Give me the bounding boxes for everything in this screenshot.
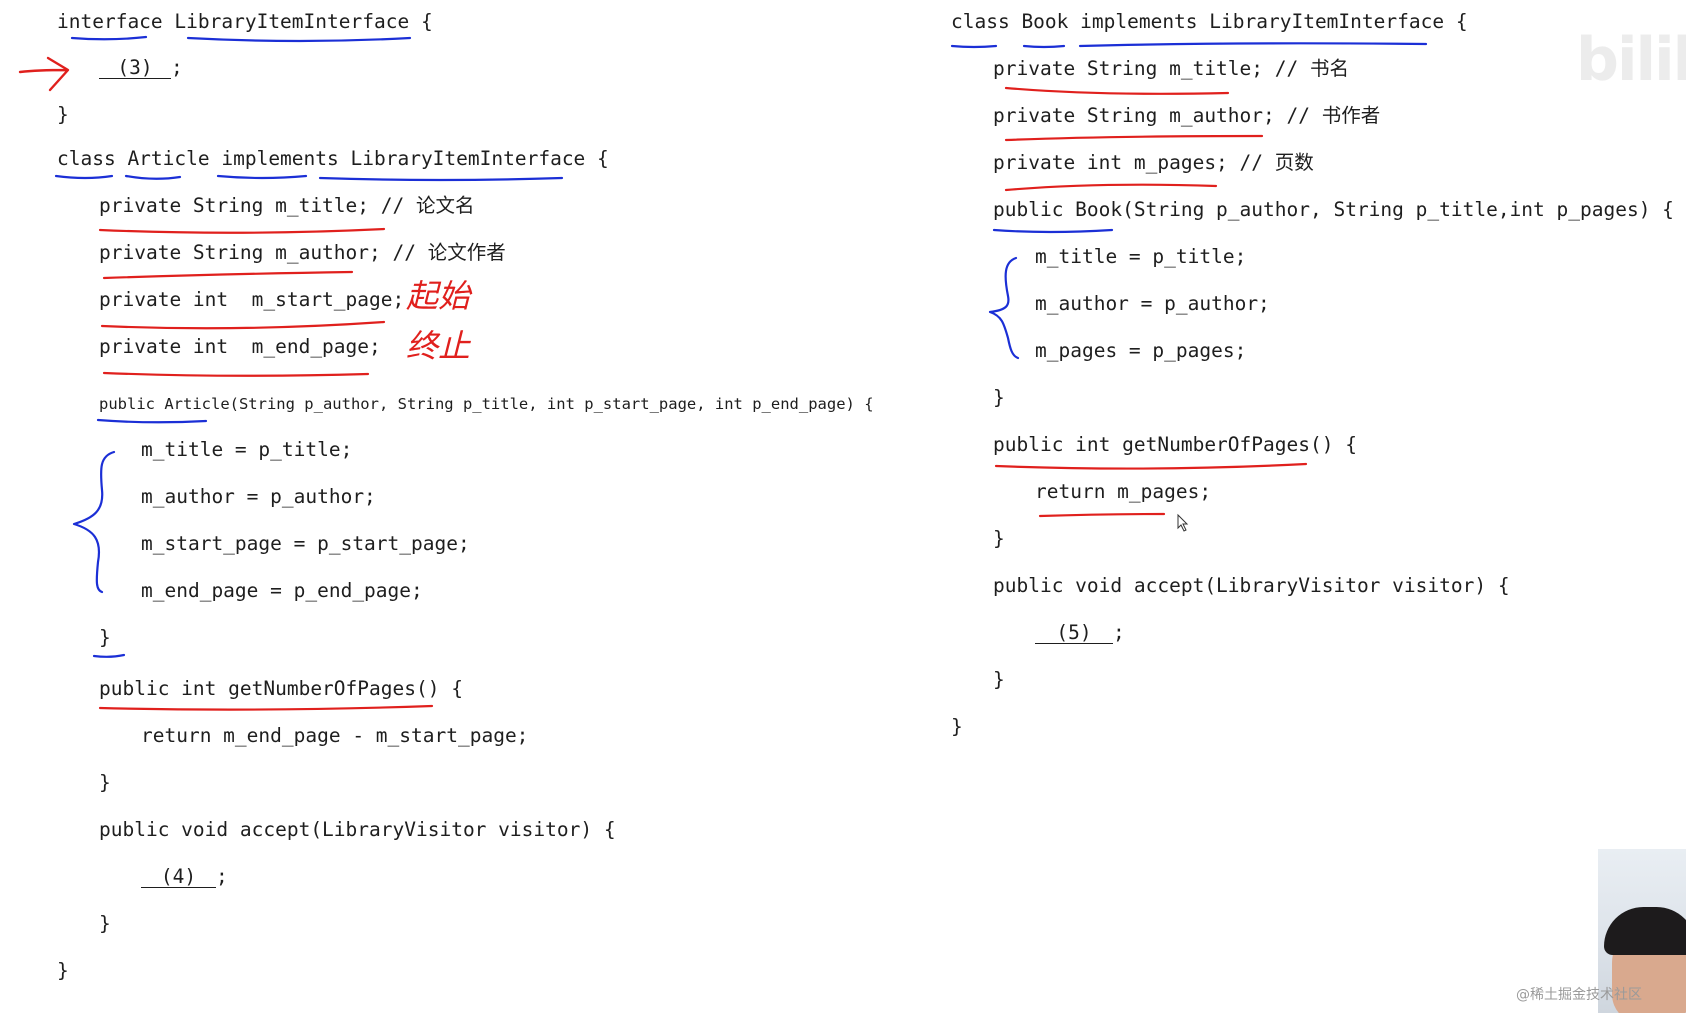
red-arrow-icon: [18, 56, 70, 92]
article-field-start-page: private int m_start_page;: [99, 288, 405, 311]
handwritten-end-note: 终止: [406, 327, 471, 365]
presenter-hair: [1604, 907, 1686, 955]
book-field-pages: private int m_pages; // 页数: [993, 151, 1314, 174]
handwritten-start-note: 起始: [406, 277, 471, 315]
underline-book-class: [950, 44, 998, 49]
article-constructor-close: }: [99, 626, 111, 649]
book-assign-author: m_author = p_author;: [1035, 292, 1270, 315]
interface-declaration: interface LibraryItemInterface {: [57, 10, 433, 33]
book-body-brace: [988, 256, 1020, 360]
underline-article-field-author: [102, 270, 354, 280]
article-return-statement: return m_end_page - m_start_page;: [141, 724, 529, 747]
article-assign-author: m_author = p_author;: [141, 485, 376, 508]
underline-interface-name: [186, 36, 412, 43]
mouse-cursor-icon: [1177, 513, 1189, 532]
underline-book-field-title: [1004, 86, 1230, 95]
book-return-statement: return m_pages;: [1035, 480, 1212, 503]
book-class-close: }: [951, 715, 963, 738]
underline-book-return: [1038, 512, 1166, 518]
article-class-declaration: class Article implements LibraryItemInte…: [57, 147, 609, 170]
book-accept-signature: public void accept(LibraryVisitor visito…: [993, 574, 1510, 597]
bilibili-logo: bilibili: [1576, 25, 1686, 95]
blank-3-line: (3);: [99, 56, 183, 80]
article-constructor-signature: public Article(String p_author, String p…: [99, 395, 874, 413]
underline-article-get-pages: [98, 704, 434, 711]
underline-article-class: [54, 174, 114, 180]
article-class-close: }: [57, 959, 69, 982]
article-field-author: private String m_author; // 论文作者: [99, 241, 506, 264]
book-constructor-signature: public Book(String p_author, String p_ti…: [993, 198, 1674, 221]
underline-interface-keyword: [70, 35, 148, 41]
underline-article-implements: [216, 174, 308, 180]
book-accept-close: }: [993, 668, 1005, 691]
underline-article-constructor-close: [92, 653, 126, 658]
answer-blank-5: (5): [1035, 623, 1113, 644]
book-constructor-close: }: [993, 386, 1005, 409]
article-get-pages-close: }: [99, 771, 111, 794]
article-field-title: private String m_title; // 论文名: [99, 194, 475, 217]
underline-article-field-end: [102, 371, 370, 377]
underline-book-name: [1022, 44, 1066, 49]
article-assign-end-page: m_end_page = p_end_page;: [141, 579, 423, 602]
book-get-pages-close: }: [993, 527, 1005, 550]
underline-book-field-pages: [1004, 183, 1218, 192]
interface-close-brace: }: [57, 103, 69, 126]
underline-book-implements: [1078, 42, 1428, 48]
underline-article-field-start: [100, 320, 386, 330]
article-get-pages-signature: public int getNumberOfPages() {: [99, 677, 463, 700]
answer-blank-3: (3): [99, 58, 171, 79]
watermark-text: @稀土掘金技术社区: [1516, 987, 1642, 1003]
book-class-declaration: class Book implements LibraryItemInterfa…: [951, 10, 1468, 33]
book-get-pages-signature: public int getNumberOfPages() {: [993, 433, 1357, 456]
article-body-brace: [72, 450, 116, 594]
blank-4-line: (4);: [141, 865, 228, 889]
article-assign-title: m_title = p_title;: [141, 438, 353, 461]
article-field-end-page: private int m_end_page;: [99, 335, 381, 358]
underline-article-interface: [318, 176, 564, 182]
article-accept-close: }: [99, 912, 111, 935]
underline-book-get-pages: [994, 462, 1308, 470]
article-accept-signature: public void accept(LibraryVisitor visito…: [99, 818, 616, 841]
underline-article-constructor-public: [96, 418, 208, 424]
book-assign-pages: m_pages = p_pages;: [1035, 339, 1247, 362]
article-assign-start-page: m_start_page = p_start_page;: [141, 532, 470, 555]
book-assign-title: m_title = p_title;: [1035, 245, 1247, 268]
book-field-author: private String m_author; // 书作者: [993, 104, 1381, 127]
underline-article-name: [124, 174, 182, 180]
book-field-title: private String m_title; // 书名: [993, 57, 1349, 80]
answer-blank-4: (4): [141, 867, 216, 888]
underline-book-field-author: [1004, 134, 1264, 142]
underline-book-constructor: [992, 228, 1114, 234]
underline-article-field-title: [98, 227, 386, 234]
blank-5-line: (5);: [1035, 621, 1125, 645]
